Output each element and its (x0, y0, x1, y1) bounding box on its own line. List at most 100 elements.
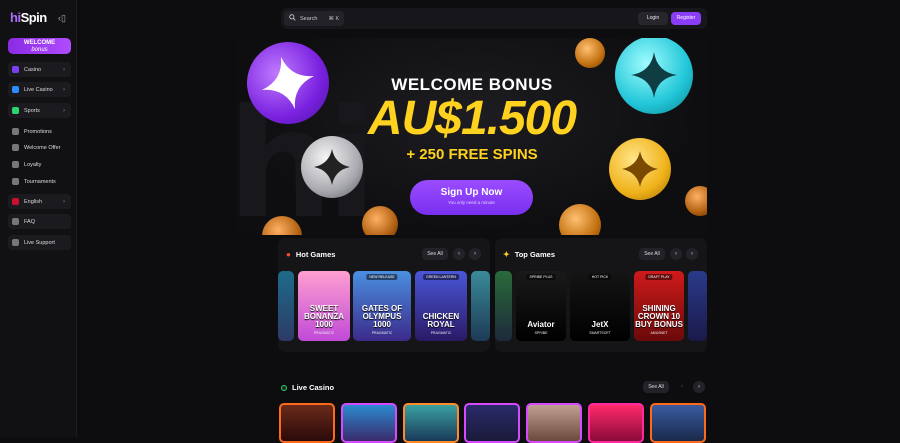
sidebar-item-promotions[interactable]: Promotions (8, 124, 71, 139)
top-games-prev-arrow[interactable]: ‹ (670, 248, 682, 260)
sidebar-item-live-support[interactable]: Live Support (8, 235, 71, 250)
game-provider: PRAGMATIC (313, 331, 335, 335)
casino-icon (12, 66, 19, 73)
game-provider: PRAGMATIC (430, 331, 452, 335)
search-label: Search (300, 15, 318, 22)
sparkle-icon: ✦ (503, 250, 510, 259)
live-game-tile[interactable] (588, 403, 644, 443)
search-input[interactable]: Search ⌘ K (284, 11, 344, 26)
live-casino-see-all[interactable]: See All (643, 381, 669, 393)
search-icon (289, 14, 296, 23)
hot-games-prev-arrow[interactable]: ‹ (453, 248, 465, 260)
sidebar-item-label: Live Support (24, 239, 55, 246)
welcome-line1: WELCOME (23, 40, 56, 46)
sports-icon (12, 107, 19, 114)
login-button[interactable]: Login (638, 12, 668, 25)
live-casino-header: Live Casino (281, 383, 334, 392)
sidebar-item-loyalty[interactable]: Loyalty (8, 157, 71, 172)
welcome-line2: bonus (31, 47, 48, 53)
sidebar: hiSpin ‹▯ WELCOME bonus Casino › Live Casi… (0, 0, 77, 437)
sign-up-sublabel: You only need a minute (448, 200, 495, 205)
top-games-title: Top Games (514, 250, 555, 259)
live-game-tile[interactable] (403, 403, 459, 443)
hot-games-see-all[interactable]: See All (422, 248, 448, 260)
uk-flag-icon (12, 198, 19, 205)
live-game-tile[interactable] (279, 403, 335, 443)
fire-icon: ● (286, 250, 291, 259)
game-badge: DRAFT PLAY (645, 274, 673, 280)
live-game-tile[interactable] (526, 403, 582, 443)
hero-amount: AU$1.500 (367, 92, 577, 145)
sign-up-label: Sign Up Now (440, 187, 503, 198)
sidebar-item-label: English (24, 198, 43, 205)
live-casino-icon (12, 86, 19, 93)
game-name: SHINING CROWN 10 BUY BONUS (635, 304, 683, 329)
game-badge: SPRIBE PLUS (526, 274, 556, 280)
game-tile[interactable]: SWEET BONANZA 1000 PRAGMATIC (298, 271, 350, 341)
hero-banner[interactable]: hi WELCOME BONUS AU$1.500 + 250 FREE SPI… (237, 38, 707, 235)
sidebar-item-label: Casino (24, 66, 42, 73)
game-provider: SMARTSOFT (589, 331, 611, 335)
live-game-tile[interactable] (341, 403, 397, 443)
sidebar-item-welcome-offer[interactable]: Welcome Offer (8, 140, 71, 155)
sign-up-button[interactable]: Sign Up Now You only need a minute (410, 180, 533, 215)
sidebar-item-faq[interactable]: FAQ (8, 214, 71, 229)
sidebar-item-label: Live Casino (24, 86, 53, 93)
game-badge: NEW RELEASE (366, 274, 398, 280)
live-casino-prev-arrow[interactable]: ‹ (676, 381, 688, 393)
game-tile[interactable]: HOT PICK JetX SMARTSOFT (570, 271, 630, 341)
game-tile[interactable]: SPRIBE PLUS Aviator SPRIBE (516, 271, 566, 341)
top-games-see-all[interactable]: See All (639, 248, 665, 260)
hot-games-header: ● Hot Games (286, 250, 335, 259)
copper-coin (559, 204, 601, 235)
game-name: Aviator (527, 320, 555, 329)
sidebar-item-label: FAQ (24, 218, 36, 225)
sidebar-item-label: Sports (24, 107, 40, 114)
search-shortcut: ⌘ K (328, 15, 340, 22)
sidebar-item-label: Tournaments (24, 178, 56, 185)
live-casino-next-arrow[interactable]: › (693, 381, 705, 393)
game-tile[interactable]: DRAFT PLAY SHINING CROWN 10 BUY BONUS AMUS… (634, 271, 684, 341)
sidebar-item-label: Welcome Offer (24, 144, 61, 151)
game-tile[interactable] (495, 271, 512, 341)
game-name: JetX (591, 320, 609, 329)
promotions-icon (12, 128, 19, 135)
top-games-next-arrow[interactable]: › (686, 248, 698, 260)
sidebar-item-tournaments[interactable]: Tournaments (8, 174, 71, 189)
live-game-tile[interactable] (464, 403, 520, 443)
hot-games-panel: ● Hot Games See All ‹ › SWEET BONANZA 10… (278, 238, 490, 352)
game-provider: AMUSNET (650, 331, 668, 335)
live-game-tile[interactable] (650, 403, 706, 443)
sidebar-item-english[interactable]: English › (8, 194, 71, 209)
brand-logo[interactable]: hiSpin (10, 10, 47, 25)
game-tile[interactable] (471, 271, 490, 341)
game-name: CHICKEN ROYAL (422, 312, 460, 329)
faq-icon (12, 218, 19, 225)
chevron-right-icon: › (63, 198, 65, 205)
sidebar-item-sports[interactable]: Sports › (8, 103, 71, 118)
copper-coin (362, 206, 398, 235)
game-tile[interactable] (688, 271, 707, 341)
collapse-sidebar-icon[interactable]: ‹▯ (58, 13, 66, 24)
game-provider: PRAGMATIC (371, 331, 393, 335)
copper-coin (685, 186, 707, 216)
chevron-right-icon: › (63, 86, 65, 93)
chevron-right-icon: › (63, 107, 65, 114)
chevron-right-icon: › (63, 66, 65, 73)
game-tile[interactable]: GREEN LANTERN CHICKEN ROYAL PRAGMATIC (415, 271, 467, 341)
game-provider: SPRIBE (534, 331, 548, 335)
game-tile[interactable] (278, 271, 294, 341)
sidebar-item-label: Promotions (24, 128, 52, 135)
game-badge: GREEN LANTERN (423, 274, 459, 280)
welcome-bonus-button[interactable]: WELCOME bonus (8, 38, 71, 54)
copper-coin (575, 38, 605, 68)
top-games-header: ✦ Top Games (503, 250, 555, 259)
game-tile[interactable]: NEW RELEASE GATES OF OLYMPUS 1000 PRAGMATI… (353, 271, 411, 341)
register-button[interactable]: Register (671, 12, 701, 25)
hot-games-next-arrow[interactable]: › (469, 248, 481, 260)
top-games-panel: ✦ Top Games See All ‹ › SPRIBE PLUS Aviat… (495, 238, 707, 352)
sidebar-item-label: Loyalty (24, 161, 42, 168)
sidebar-item-casino[interactable]: Casino › (8, 62, 71, 77)
trophy-icon (12, 178, 19, 185)
sidebar-item-live-casino[interactable]: Live Casino › (8, 82, 71, 97)
